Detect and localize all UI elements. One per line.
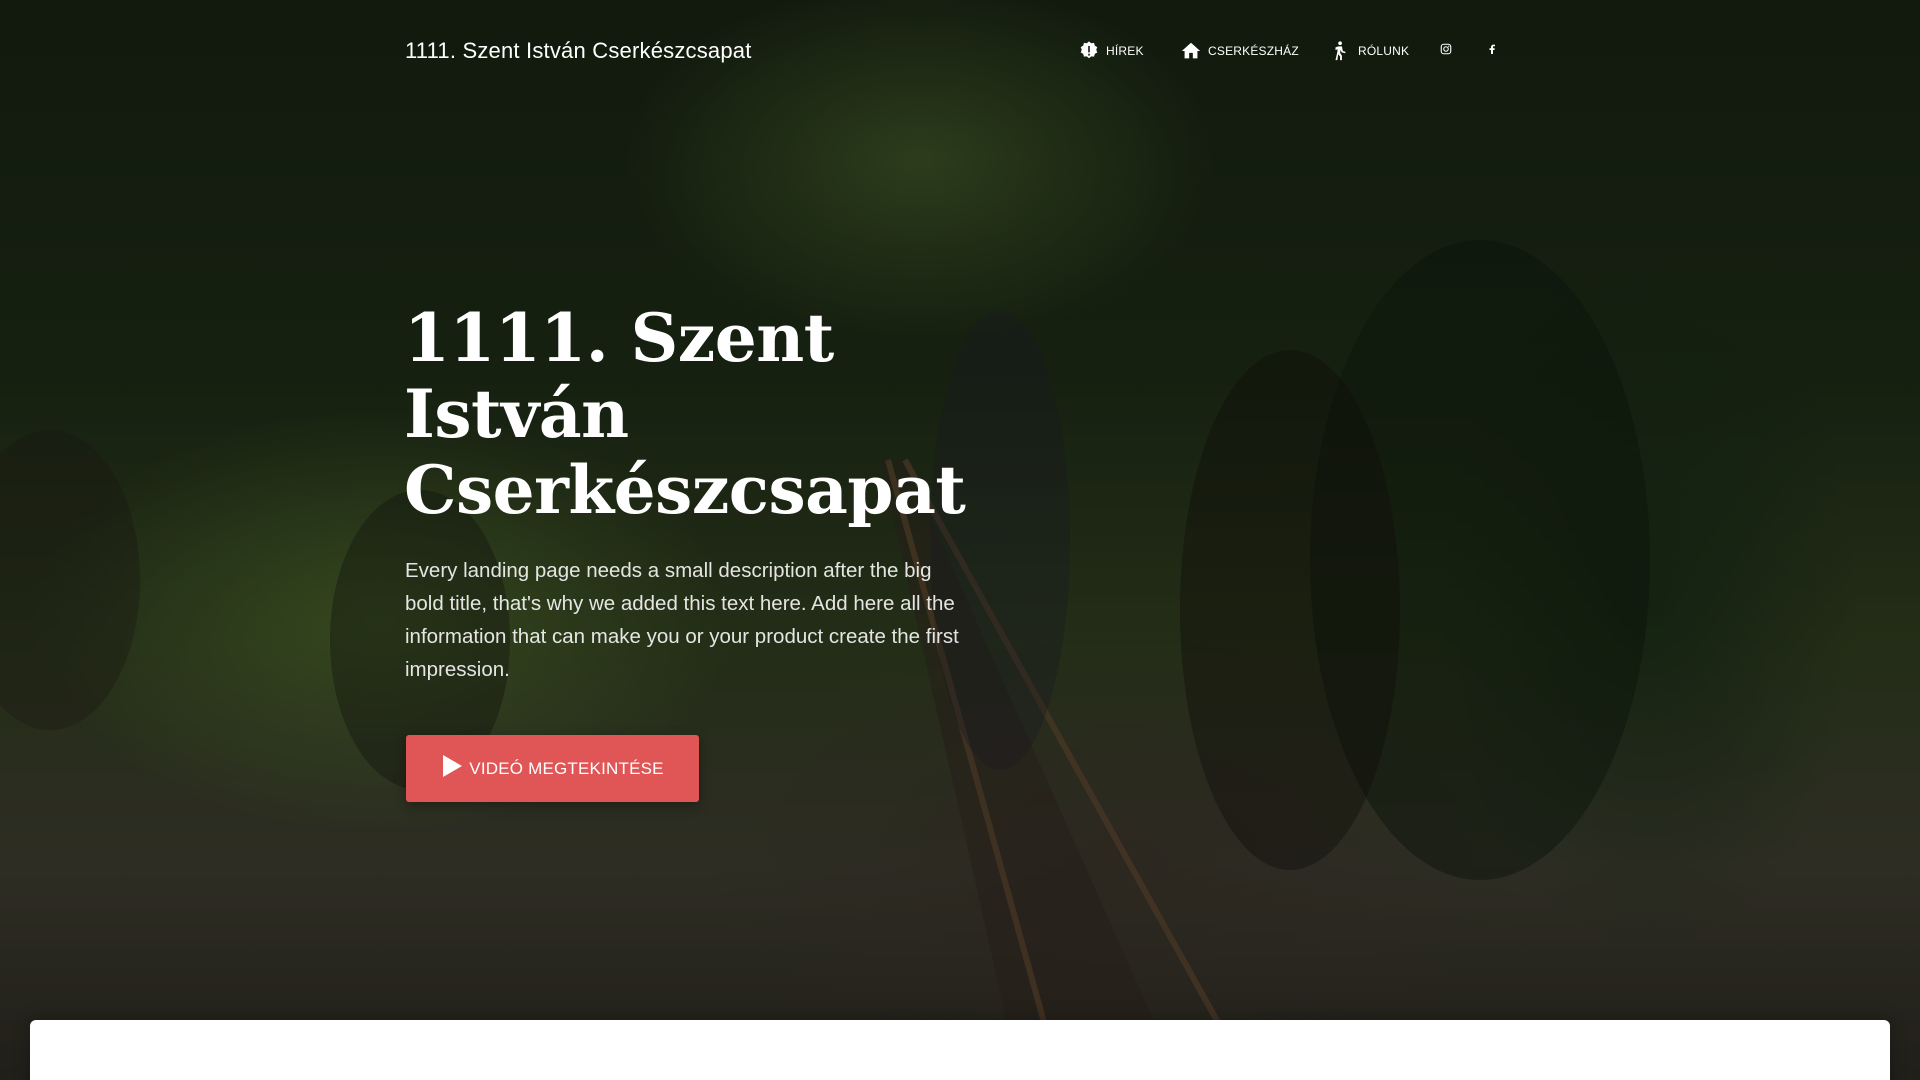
- nav-item-rolunk-label: RÓLUNK: [1358, 44, 1410, 58]
- nav-item-hirek[interactable]: HÍREK: [1078, 40, 1144, 62]
- facebook-link[interactable]: [1483, 42, 1501, 60]
- navbar: 1111. Szent István Cserkészcsapat HÍREK …: [0, 0, 1920, 106]
- hero-background: 1111. Szent István Cserkészcsapat HÍREK …: [0, 0, 1920, 1080]
- instagram-icon: [1440, 42, 1452, 60]
- play-icon: [441, 754, 463, 783]
- alert-badge-icon: [1078, 40, 1100, 62]
- brand-title[interactable]: 1111. Szent István Cserkészcsapat: [405, 38, 752, 64]
- hero-description: Every landing page needs a small descrip…: [405, 559, 959, 681]
- nav-item-hirek-label: HÍREK: [1106, 44, 1144, 58]
- main-content-card: [30, 1020, 1890, 1080]
- watch-video-label: VIDEÓ MEGTEKINTÉSE: [469, 758, 664, 778]
- nav-item-cserkeszhaz[interactable]: CSERKÉSZHÁZ: [1180, 40, 1299, 62]
- home-icon: [1180, 40, 1202, 62]
- facebook-icon: [1486, 42, 1498, 60]
- hiker-icon: [1330, 40, 1352, 62]
- hero-title: 1111. Szent István Cserkészcsapat: [404, 299, 966, 529]
- instagram-link[interactable]: [1437, 42, 1455, 60]
- hero-overlay: [0, 0, 1920, 1080]
- nav-item-cserkeszhaz-label: CSERKÉSZHÁZ: [1208, 44, 1299, 58]
- watch-video-button[interactable]: VIDEÓ MEGTEKINTÉSE: [406, 735, 699, 802]
- nav-item-rolunk[interactable]: RÓLUNK: [1330, 40, 1409, 62]
